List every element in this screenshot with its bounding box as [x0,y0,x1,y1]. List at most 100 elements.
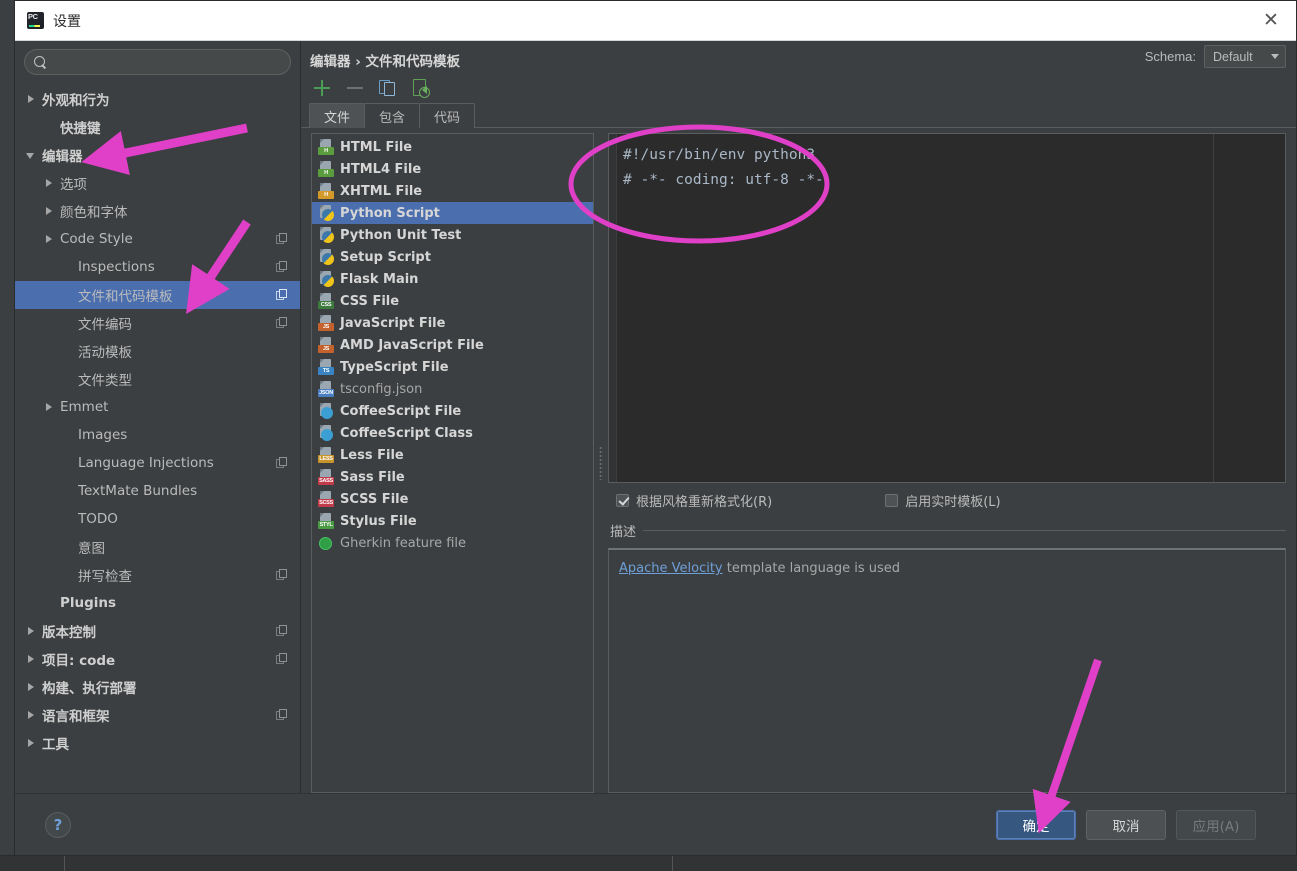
copy-settings-icon[interactable] [276,709,288,721]
template-list-item[interactable]: SCSS SCSS File [312,488,593,510]
template-list-item[interactable]: Gherkin feature file [312,532,593,554]
template-list-item[interactable]: JS JavaScript File [312,312,593,334]
apache-velocity-link[interactable]: Apache Velocity [619,561,723,576]
sidebar-item-13[interactable]: Language Injections [15,449,300,477]
copy-settings-icon[interactable] [276,457,288,469]
sidebar-item-15[interactable]: TODO [15,505,300,533]
template-list-item[interactable]: Setup Script [312,246,593,268]
remove-template-button[interactable] [344,77,366,99]
chevron-right-icon[interactable] [43,233,56,246]
copy-template-button[interactable] [377,77,399,99]
reformat-checkbox[interactable] [616,493,629,507]
panel-splitter[interactable] [594,133,608,793]
copy-settings-icon[interactable] [276,233,288,245]
sidebar-item-9[interactable]: 活动模板 [15,337,300,365]
template-list-item[interactable]: CSS CSS File [312,290,593,312]
template-list-item[interactable]: Python Script [312,202,593,224]
backdrop-bottom-bar [0,855,1297,871]
sidebar-item-4[interactable]: 颜色和字体 [15,197,300,225]
sidebar-item-label: 构建、执行部署 [42,681,137,697]
chevron-right-icon[interactable] [43,401,56,414]
ok-button[interactable]: 确定 [996,809,1076,840]
reset-template-button[interactable] [410,77,432,99]
sidebar-item-21[interactable]: 构建、执行部署 [15,673,300,701]
copy-settings-icon[interactable] [276,569,288,581]
chevron-right-icon[interactable] [25,709,38,722]
template-list-item[interactable]: JS AMD JavaScript File [312,334,593,356]
search-input[interactable] [53,54,282,70]
template-code-editor[interactable]: #!/usr/bin/env python3 # -*- coding: utf-… [608,133,1286,483]
template-list-item[interactable]: SASS Sass File [312,466,593,488]
template-list-item[interactable]: Flask Main [312,268,593,290]
template-options-row: 根据风格重新格式化(R) 启用实时模板(L) [608,483,1286,517]
apply-button[interactable]: 应用(A) [1176,809,1256,840]
sidebar-item-0[interactable]: 外观和行为 [15,85,300,113]
sidebar-item-22[interactable]: 语言和框架 [15,701,300,729]
live-template-checkbox[interactable] [885,493,899,507]
sidebar-item-17[interactable]: 拼写检查 [15,561,300,589]
template-list-item[interactable]: H HTML4 File [312,158,593,180]
reformat-checkbox-item[interactable]: 根据风格重新格式化(R) [616,491,772,510]
copy-settings-icon[interactable] [276,625,288,637]
copy-settings-icon[interactable] [276,289,288,301]
template-category-tabs[interactable]: 文件 包含 代码 [301,103,1296,128]
template-list-item[interactable]: CoffeeScript File [312,400,593,422]
live-template-checkbox-item[interactable]: 启用实时模板(L) [885,491,1001,510]
template-list-item[interactable]: Python Unit Test [312,224,593,246]
tab-2[interactable]: 代码 [419,103,476,128]
copy-settings-icon[interactable] [276,317,288,329]
chevron-right-icon[interactable] [25,681,38,694]
tab-0[interactable]: 文件 [309,103,366,128]
search-box[interactable] [24,49,291,75]
template-list-item[interactable]: H XHTML File [312,180,593,202]
settings-tree[interactable]: 外观和行为 快捷键 编辑器 选项 颜色和字体 Code Style Inspections 文… [15,82,300,793]
chevron-right-icon[interactable] [43,205,56,218]
breadcrumb: 编辑器 › 文件和代码模板 [310,54,460,70]
chevron-right-icon[interactable] [25,93,38,106]
sidebar-item-2[interactable]: 编辑器 [15,141,300,169]
close-icon[interactable]: ✕ [1254,7,1288,35]
copy-settings-icon[interactable] [276,653,288,665]
sidebar-item-7[interactable]: 文件和代码模板 [15,281,300,309]
chevron-down-icon[interactable] [25,149,38,162]
chevron-right-icon[interactable] [25,737,38,750]
add-template-button[interactable] [311,77,333,99]
sidebar-item-23[interactable]: 工具 [15,729,300,757]
sidebar-item-6[interactable]: Inspections [15,253,300,281]
sidebar-item-label: 文件编码 [78,317,132,333]
sidebar-item-8[interactable]: 文件编码 [15,309,300,337]
sidebar-item-12[interactable]: Images [15,421,300,449]
template-list-item-label: HTML File [340,139,413,155]
template-list-item[interactable]: H HTML File [312,136,593,158]
sidebar-item-18[interactable]: Plugins [15,589,300,617]
sidebar-item-5[interactable]: Code Style [15,225,300,253]
template-list-item[interactable]: CoffeeScript Class [312,422,593,444]
sidebar-item-label: TODO [78,511,118,527]
sidebar-item-3[interactable]: 选项 [15,169,300,197]
sidebar-item-20[interactable]: 项目: code [15,645,300,673]
sidebar-item-label: 项目: code [42,653,116,669]
chevron-right-icon[interactable] [43,177,56,190]
sidebar-item-label: TextMate Bundles [78,483,198,499]
sidebar-item-16[interactable]: 意图 [15,533,300,561]
tab-1[interactable]: 包含 [364,103,421,128]
template-list-item[interactable]: LESS Less File [312,444,593,466]
chevron-right-icon[interactable] [25,653,38,666]
cancel-button[interactable]: 取消 [1086,809,1166,840]
less-file-icon: LESS [318,447,334,463]
sidebar-item-11[interactable]: Emmet [15,393,300,421]
help-button[interactable]: ? [45,811,71,838]
schema-dropdown[interactable]: Default [1204,45,1286,68]
sidebar-item-10[interactable]: 文件类型 [15,365,300,393]
sidebar-item-14[interactable]: TextMate Bundles [15,477,300,505]
template-list[interactable]: H HTML File H HTML4 File H XHTML File Python S… [311,133,594,793]
chevron-right-icon[interactable] [25,625,38,638]
template-list-item[interactable]: JSON tsconfig.json [312,378,593,400]
template-list-item[interactable]: STYL Stylus File [312,510,593,532]
template-list-item[interactable]: TS TypeScript File [312,356,593,378]
copy-settings-icon[interactable] [276,261,288,273]
template-list-item-label: XHTML File [340,183,423,199]
sidebar-item-1[interactable]: 快捷键 [15,113,300,141]
sidebar-item-19[interactable]: 版本控制 [15,617,300,645]
